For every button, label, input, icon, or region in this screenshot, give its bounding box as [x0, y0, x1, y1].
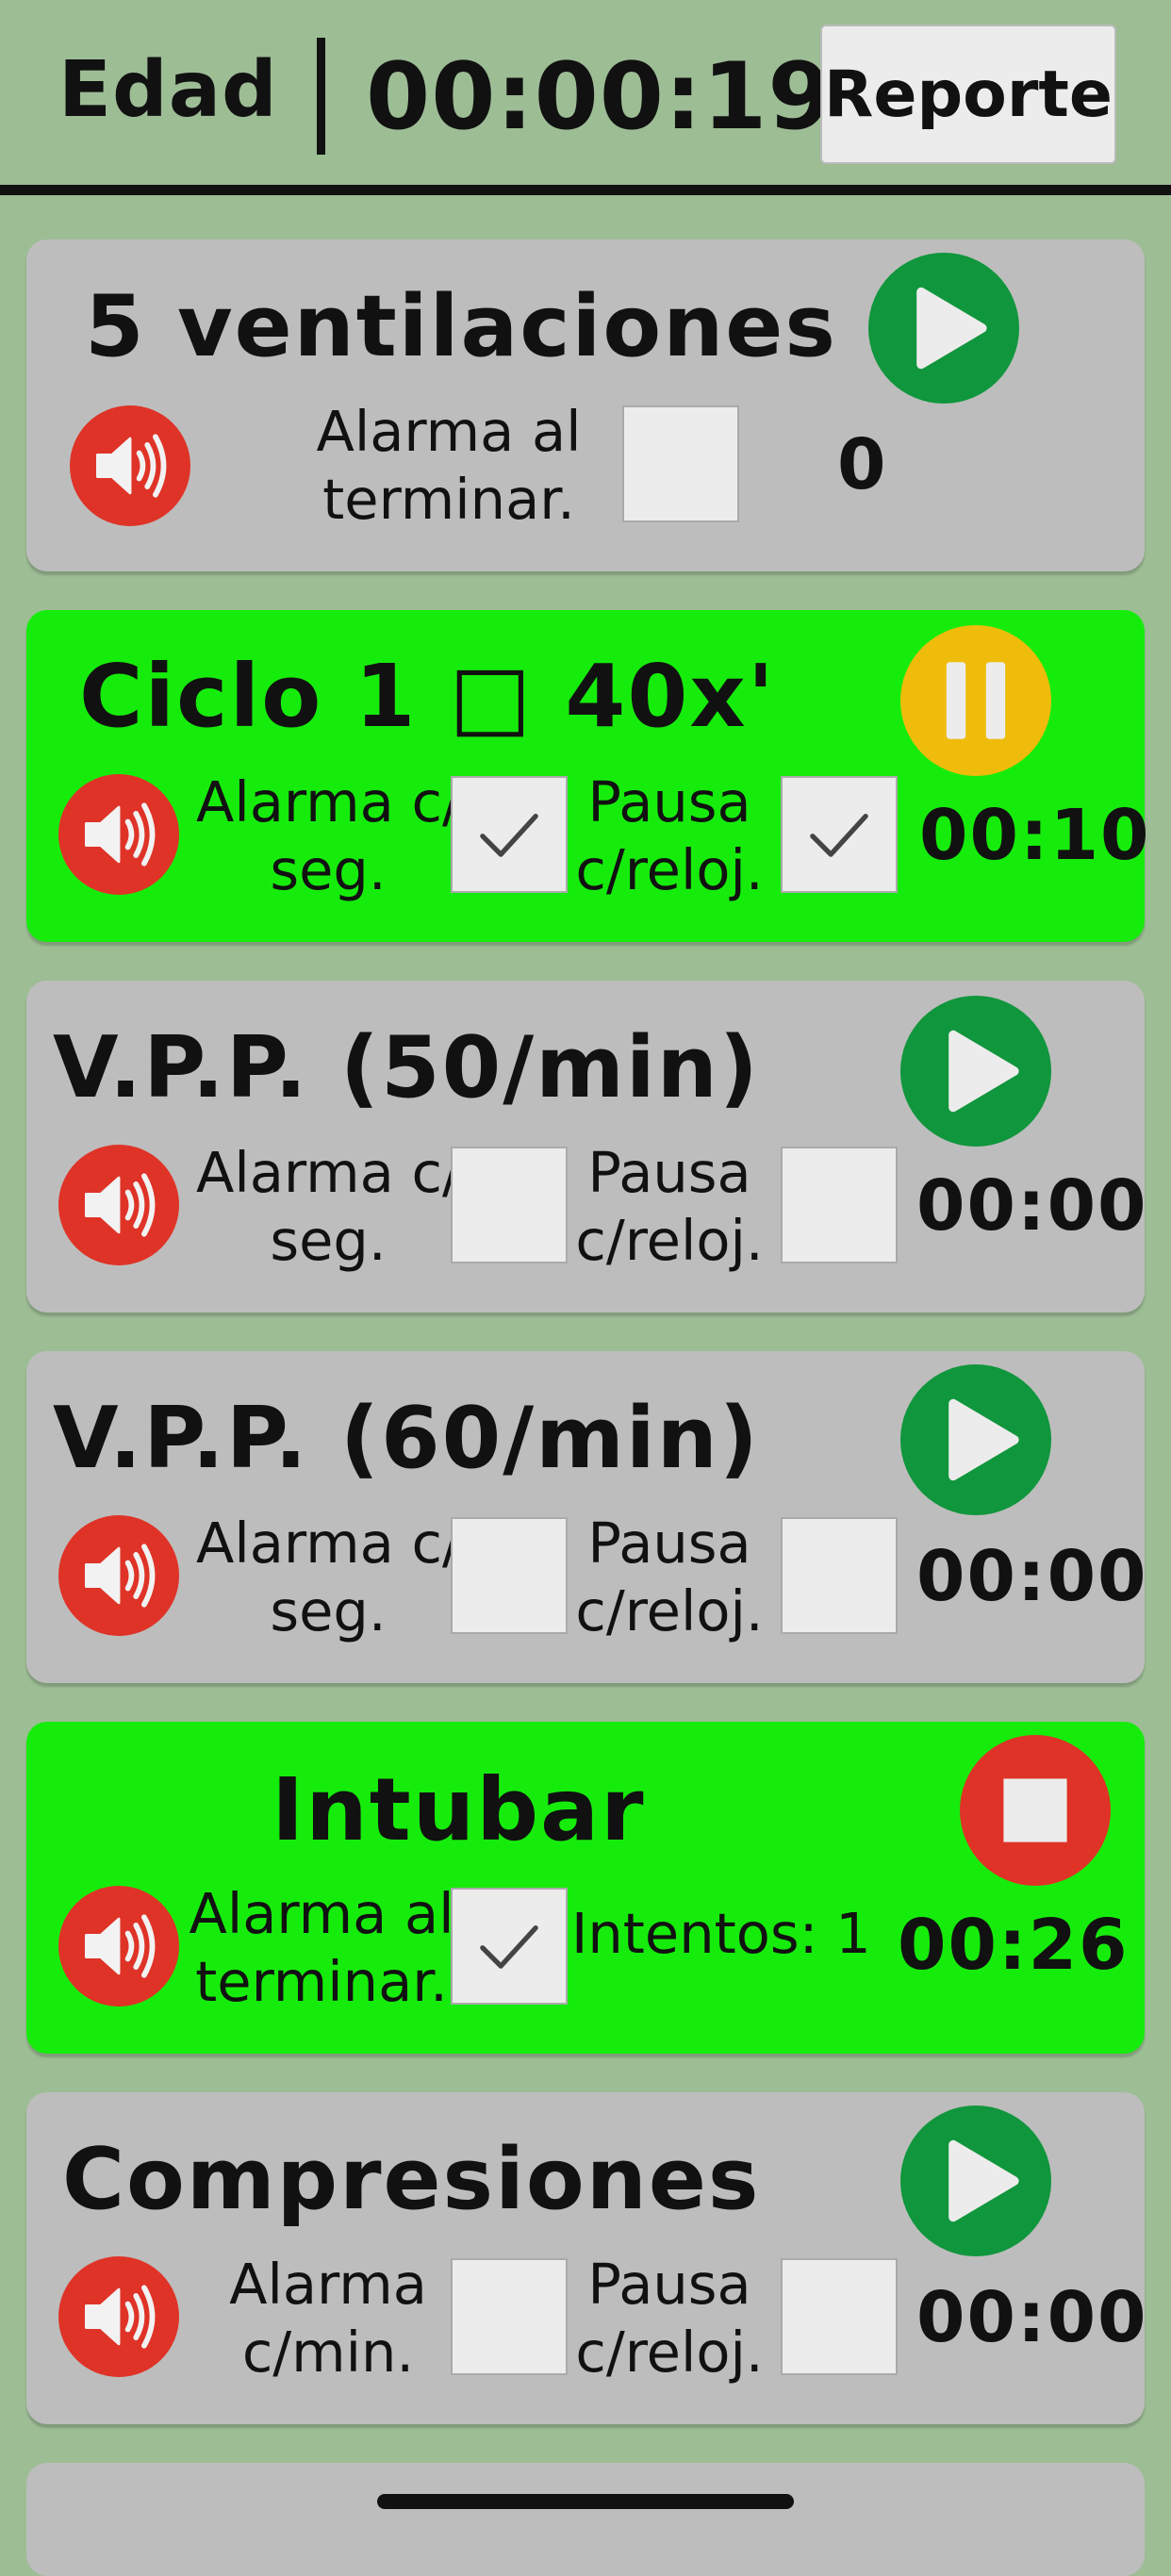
sound-button[interactable]: [58, 2256, 179, 2377]
play-button[interactable]: [900, 1364, 1051, 1515]
compressions-timer: 00:00: [916, 2277, 1148, 2358]
cycle-timer: 00:10: [919, 795, 1151, 876]
card-ciclo-1: Ciclo 1 □ 40x' Alarma c/30 seg. Pausa c/re…: [26, 610, 1149, 942]
pause-checkbox[interactable]: [781, 1517, 898, 1634]
intubation-timer: 00:26: [898, 1905, 1130, 1986]
alarm-checkbox[interactable]: [451, 776, 568, 893]
card-title: V.P.P. (60/min): [53, 1389, 760, 1488]
alarm-checkbox[interactable]: [451, 1517, 568, 1634]
home-indicator[interactable]: [377, 2494, 794, 2509]
sound-button[interactable]: [70, 405, 190, 526]
checkmark-icon: [468, 1905, 551, 1988]
elapsed-timer: 00:00:19: [366, 43, 833, 151]
sound-button[interactable]: [58, 1886, 179, 2006]
sound-button[interactable]: [58, 774, 179, 895]
alarm-checkbox[interactable]: [451, 1888, 568, 2005]
speaker-icon: [74, 1530, 164, 1621]
play-button[interactable]: [900, 996, 1051, 1147]
report-button[interactable]: Reporte: [820, 25, 1116, 164]
pause-label: Pausa c/reloj.: [575, 1140, 764, 1273]
pause-button[interactable]: [900, 625, 1051, 776]
speaker-icon: [74, 1160, 164, 1250]
speaker-icon: [74, 789, 164, 880]
alarm-label: Alarma c/30 seg.: [196, 1140, 532, 1273]
play-icon: [919, 2124, 1032, 2237]
attempts-counter: Intentos: 1: [571, 1901, 871, 1966]
header-divider: [317, 38, 325, 155]
header-bar: Edad 00:00:19 Reporte: [0, 0, 1171, 187]
alarm-checkbox[interactable]: [451, 1147, 568, 1263]
vpp-timer: 00:00: [916, 1165, 1148, 1247]
pause-icon: [919, 644, 1032, 757]
pause-label: Pausa c/reloj.: [575, 769, 764, 902]
card-ventilaciones: 5 ventilaciones Alarma al terminar. 0: [26, 239, 1145, 571]
card-vpp-50: V.P.P. (50/min) Alarma c/30 seg. Pausa c/r…: [26, 981, 1148, 1313]
speaker-icon: [74, 1901, 164, 1991]
card-title: V.P.P. (50/min): [53, 1018, 760, 1117]
ventilation-count: 0: [837, 424, 888, 505]
card-partial-next: [26, 2463, 1145, 2576]
play-button[interactable]: [900, 2105, 1051, 2256]
alarm-label: Alarma c/min.: [229, 2252, 427, 2385]
card-title: 5 ventilaciones: [85, 277, 837, 376]
alarm-label: Alarma c/30 seg.: [196, 1511, 532, 1643]
alarm-checkbox[interactable]: [622, 405, 739, 522]
card-title: Compresiones: [62, 2130, 761, 2229]
play-button[interactable]: [868, 253, 1019, 404]
checkmark-icon: [468, 793, 551, 876]
app-root: Edad 00:00:19 Reporte 5 ventilaciones Al…: [0, 0, 1171, 2576]
stop-button[interactable]: [960, 1735, 1111, 1886]
age-label: Edad: [58, 45, 278, 135]
card-intubar: Intubar Alarma al terminar. Intentos: 1 0…: [26, 1722, 1145, 2054]
speaker-icon: [74, 2271, 164, 2362]
pause-label: Pausa c/reloj.: [575, 1511, 764, 1643]
card-title: Intubar: [272, 1759, 646, 1860]
pause-label: Pausa c/reloj.: [575, 2252, 764, 2385]
pause-checkbox[interactable]: [781, 2258, 898, 2375]
pause-checkbox[interactable]: [781, 776, 898, 893]
speaker-icon: [85, 421, 175, 511]
sound-button[interactable]: [58, 1515, 179, 1636]
play-icon: [887, 272, 1000, 385]
vpp-timer: 00:00: [916, 1536, 1148, 1617]
sound-button[interactable]: [58, 1145, 179, 1265]
stop-icon: [979, 1754, 1092, 1867]
header-separator: [0, 185, 1171, 195]
alarm-label: Alarma al terminar.: [189, 1881, 454, 2014]
checkmark-icon: [798, 793, 881, 876]
play-icon: [919, 1383, 1032, 1496]
card-compresiones: Compresiones Alarma c/min. Pausa c/reloj. …: [26, 2092, 1148, 2424]
alarm-checkbox[interactable]: [451, 2258, 568, 2375]
card-vpp-60: V.P.P. (60/min) Alarma c/30 seg. Pausa c/r…: [26, 1351, 1148, 1683]
play-icon: [919, 1015, 1032, 1128]
pause-checkbox[interactable]: [781, 1147, 898, 1263]
card-title: Ciclo 1 □ 40x': [79, 646, 776, 747]
alarm-label: Alarma c/30 seg.: [196, 769, 532, 902]
alarm-label: Alarma al terminar.: [316, 399, 582, 532]
